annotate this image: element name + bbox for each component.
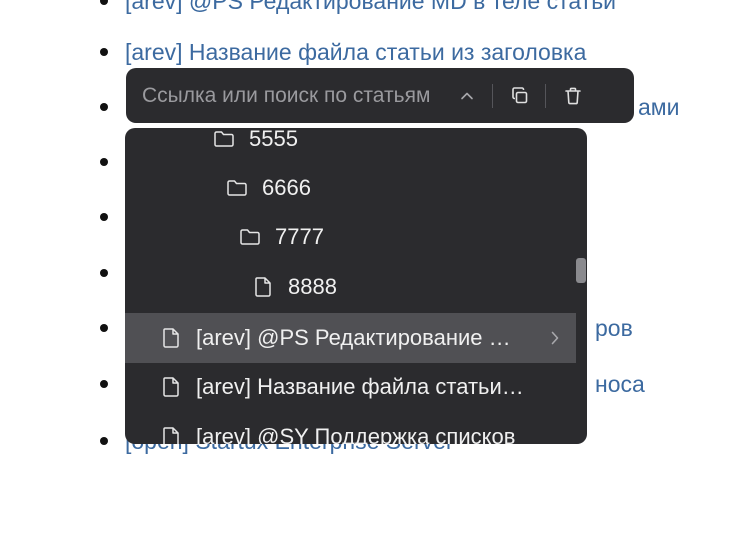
file-icon	[160, 426, 182, 444]
list-item	[100, 147, 125, 177]
tree-item-label: [arev] @PS Редактирование MD в теле стат…	[196, 325, 528, 350]
dropdown-scrollbar[interactable]	[576, 258, 586, 283]
tree-item-file-selected[interactable]: [arev] @PS Редактирование MD в теле стат…	[125, 313, 576, 363]
article-link[interactable]: ров	[595, 313, 633, 343]
folder-icon	[226, 177, 248, 199]
toolbar-divider	[492, 83, 493, 108]
list-item	[100, 258, 125, 288]
file-icon	[160, 327, 182, 349]
chevron-right-icon[interactable]	[545, 328, 565, 348]
tree-item-file[interactable]: [arev] Название файла статьи из заголовк…	[125, 362, 576, 412]
toolbar-divider	[545, 83, 546, 108]
bullet	[100, 103, 108, 111]
article-link[interactable]: носа	[595, 369, 645, 399]
bullet	[100, 158, 108, 166]
article-link[interactable]: ами	[638, 92, 679, 122]
tree-item-label: [arev] Название файла статьи из заголовк…	[196, 374, 528, 399]
tree-item-label: 6666	[262, 175, 311, 200]
article-link[interactable]: [arev] Название файла статьи из заголовк…	[125, 37, 586, 67]
copy-button[interactable]	[503, 79, 537, 113]
bullet	[100, 213, 108, 221]
bullet	[100, 269, 108, 277]
bullet	[100, 324, 108, 332]
bullet	[100, 380, 108, 388]
trash-icon	[565, 87, 581, 104]
delete-button[interactable]	[556, 79, 590, 113]
file-icon	[252, 276, 274, 298]
article-link[interactable]: [arev] @PS Редактирование MD в теле стат…	[125, 0, 616, 16]
list-item	[100, 202, 125, 232]
bullet	[100, 48, 108, 56]
link-search-input[interactable]	[142, 83, 440, 108]
tree-item-folder[interactable]: 6666	[125, 163, 576, 213]
copy-icon	[512, 86, 528, 103]
tree-item-label: 7777	[275, 224, 324, 249]
bullet	[100, 0, 108, 5]
link-toolbar	[126, 68, 634, 123]
article-dropdown: 5555 6666 7777 8888 [arev] @PS Редактиро…	[125, 128, 587, 444]
tree-item-label: 8888	[288, 274, 337, 299]
tree-item-file[interactable]: 8888	[125, 262, 576, 312]
folder-icon	[213, 128, 235, 150]
file-icon	[160, 376, 182, 398]
tree-item-label: [arev] @SY Поддержка списков	[196, 424, 516, 444]
chevron-up-icon	[461, 92, 473, 99]
bullet	[100, 437, 108, 445]
folder-icon	[239, 226, 261, 248]
tree-item-file[interactable]: [arev] @SY Поддержка списков	[125, 412, 576, 444]
collapse-button[interactable]	[450, 79, 484, 113]
list-item: [arev] Название файла статьи из заголовк…	[100, 37, 586, 67]
tree-item-folder[interactable]: 7777	[125, 212, 576, 262]
tree-item-label: 5555	[249, 128, 298, 151]
tree-item-folder[interactable]: 5555	[125, 128, 576, 164]
list-item: [arev] @PS Редактирование MD в теле стат…	[100, 0, 616, 16]
